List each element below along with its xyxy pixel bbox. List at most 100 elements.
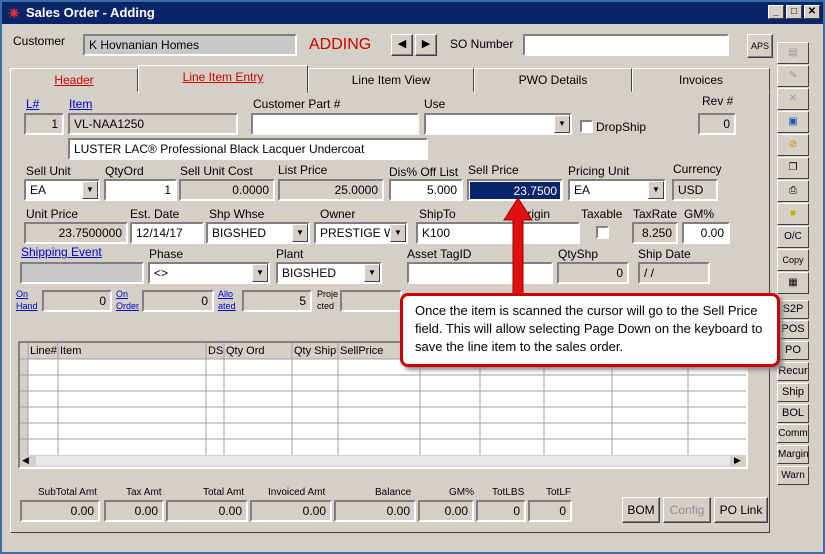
tab-line-item-view[interactable]: Line Item View bbox=[308, 68, 474, 92]
app-icon: ✷ bbox=[8, 5, 20, 21]
chevron-down-icon[interactable]: ▼ bbox=[82, 181, 98, 199]
unit-price-label: Unit Price bbox=[26, 207, 79, 221]
qty-ord-input[interactable]: 1 bbox=[104, 179, 177, 201]
shipping-event-link[interactable]: Shipping Event bbox=[21, 245, 102, 259]
chevron-down-icon[interactable]: ▼ bbox=[252, 264, 268, 282]
tax-rate-field: 8.250 bbox=[632, 222, 678, 244]
sell-unit-select[interactable]: EA ▼ bbox=[24, 179, 100, 201]
warn-button[interactable]: Warn bbox=[777, 466, 809, 485]
dropship-checkbox[interactable] bbox=[580, 120, 593, 133]
ship-button[interactable]: Ship bbox=[777, 383, 809, 402]
qty-shp-label: QtyShp bbox=[558, 247, 599, 261]
callout-arrow bbox=[503, 198, 533, 297]
delete-icon[interactable]: ✕ bbox=[777, 88, 809, 110]
gm-total-field: 0.00 bbox=[418, 500, 474, 522]
print-icon[interactable]: ⎙ bbox=[777, 180, 809, 202]
bom-button[interactable]: BOM bbox=[622, 497, 660, 523]
title-bar: ✷ Sales Order - Adding _ □ ✕ bbox=[2, 2, 823, 24]
on-hand-link-2[interactable]: Hand bbox=[16, 301, 38, 311]
po-link-button[interactable]: PO Link bbox=[714, 497, 768, 523]
save-icon[interactable]: ▣ bbox=[777, 111, 809, 133]
allocated-field: 5 bbox=[242, 290, 312, 312]
dropship-label: DropShip bbox=[596, 120, 647, 134]
tab-invoices[interactable]: Invoices bbox=[632, 68, 770, 92]
col-qty-ord[interactable]: Qty Ord bbox=[226, 345, 265, 357]
tab-pwo-details[interactable]: PWO Details bbox=[474, 68, 632, 92]
item-field[interactable]: VL-NAA1250 bbox=[68, 113, 238, 135]
sell-unit-cost-label: Sell Unit Cost bbox=[180, 164, 253, 178]
use-select[interactable]: ▼ bbox=[424, 113, 572, 135]
tab-header[interactable]: Header bbox=[10, 68, 138, 92]
scroll-right-icon[interactable]: ▶ bbox=[734, 455, 741, 466]
calculator-icon[interactable]: ▦ bbox=[777, 272, 809, 294]
pos-button[interactable]: POS bbox=[777, 320, 809, 339]
on-order-link[interactable]: On bbox=[116, 289, 128, 299]
tax-amt-field: 0.00 bbox=[104, 500, 164, 522]
dis-off-input[interactable]: 5.000 bbox=[389, 179, 463, 201]
cancel-icon[interactable]: ⊘ bbox=[777, 134, 809, 156]
plant-select[interactable]: BIGSHED ▼ bbox=[276, 262, 382, 284]
chevron-down-icon[interactable]: ▼ bbox=[648, 181, 664, 199]
gm-input[interactable]: 0.00 bbox=[682, 222, 730, 244]
chevron-down-icon[interactable]: ▼ bbox=[390, 224, 406, 242]
on-order-link-2[interactable]: Order bbox=[116, 301, 139, 311]
note-icon[interactable]: ■ bbox=[777, 203, 809, 225]
balance-field: 0.00 bbox=[334, 500, 416, 522]
next-record-button[interactable]: ▶ bbox=[415, 34, 437, 56]
bol-button[interactable]: BOL bbox=[777, 404, 809, 423]
chevron-down-icon[interactable]: ▼ bbox=[292, 224, 308, 242]
comm-button[interactable]: Comm bbox=[777, 424, 809, 443]
customer-field[interactable]: K Hovnanian Homes bbox=[83, 34, 297, 56]
chevron-down-icon[interactable]: ▼ bbox=[554, 115, 570, 133]
owner-select[interactable]: PRESTIGE W ▼ bbox=[314, 222, 408, 244]
callout-note: Once the item is scanned the cursor will… bbox=[400, 293, 780, 367]
col-line-num[interactable]: Line# bbox=[30, 345, 57, 357]
aps-button[interactable]: APS bbox=[747, 34, 773, 58]
col-item[interactable]: Item bbox=[60, 345, 81, 357]
on-order-field: 0 bbox=[142, 290, 214, 312]
so-number-input[interactable] bbox=[523, 34, 729, 56]
on-hand-link[interactable]: On bbox=[16, 289, 28, 299]
phase-select[interactable]: <> ▼ bbox=[148, 262, 270, 284]
config-button[interactable]: Config bbox=[663, 497, 711, 523]
sell-unit-cost-field: 0.0000 bbox=[179, 179, 275, 201]
copy-doc-icon[interactable]: ❐ bbox=[777, 157, 809, 179]
projected-label-2: cted bbox=[317, 301, 335, 311]
tot-lf-field: 0 bbox=[528, 500, 572, 522]
oc-button[interactable]: O/C bbox=[777, 226, 809, 248]
edit-icon[interactable]: ✎ bbox=[777, 65, 809, 87]
projected-field bbox=[340, 290, 402, 312]
shp-whse-select[interactable]: BIGSHED ▼ bbox=[206, 222, 310, 244]
allocated-link-2[interactable]: ated bbox=[218, 301, 236, 311]
col-ds[interactable]: DS bbox=[208, 345, 223, 357]
close-icon[interactable]: ✕ bbox=[804, 5, 820, 19]
tax-amt-label: Tax Amt bbox=[126, 487, 162, 498]
prev-record-button[interactable]: ◀ bbox=[391, 34, 413, 56]
col-qty-ship[interactable]: Qty Ship bbox=[294, 345, 336, 357]
est-date-input[interactable]: 12/14/17 bbox=[130, 222, 204, 244]
list-price-field: 25.0000 bbox=[278, 179, 384, 201]
maximize-icon[interactable]: □ bbox=[786, 5, 802, 19]
allocated-link[interactable]: Allo bbox=[218, 289, 233, 299]
chevron-down-icon[interactable]: ▼ bbox=[364, 264, 380, 282]
pricing-unit-select[interactable]: EA ▼ bbox=[568, 179, 666, 201]
margin-button[interactable]: Margin bbox=[777, 445, 809, 464]
minimize-icon[interactable]: _ bbox=[768, 5, 784, 19]
item-label[interactable]: Item bbox=[69, 97, 92, 111]
s2p-button[interactable]: S2P bbox=[777, 300, 809, 319]
line-num-field: 1 bbox=[24, 113, 64, 135]
line-num-label[interactable]: L# bbox=[26, 97, 39, 111]
description-field[interactable]: LUSTER LAC® Professional Black Lacquer U… bbox=[68, 138, 428, 160]
sales-order-window: ✷ Sales Order - Adding _ □ ✕ Customer K … bbox=[0, 0, 825, 554]
recur-button[interactable]: Recur bbox=[777, 362, 809, 381]
po-button[interactable]: PO bbox=[777, 341, 809, 360]
scroll-left-icon[interactable]: ◀ bbox=[22, 455, 29, 466]
new-icon[interactable]: ▤ bbox=[777, 42, 809, 64]
col-sell-price[interactable]: SellPrice bbox=[340, 345, 383, 357]
tot-lbs-label: TotLBS bbox=[492, 487, 525, 498]
tab-line-item-entry[interactable]: Line Item Entry bbox=[138, 65, 308, 93]
copy-button[interactable]: Copy bbox=[777, 249, 809, 271]
customer-part-input[interactable] bbox=[251, 113, 419, 135]
total-amt-label: Total Amt bbox=[203, 487, 245, 498]
taxable-checkbox[interactable] bbox=[596, 226, 609, 239]
